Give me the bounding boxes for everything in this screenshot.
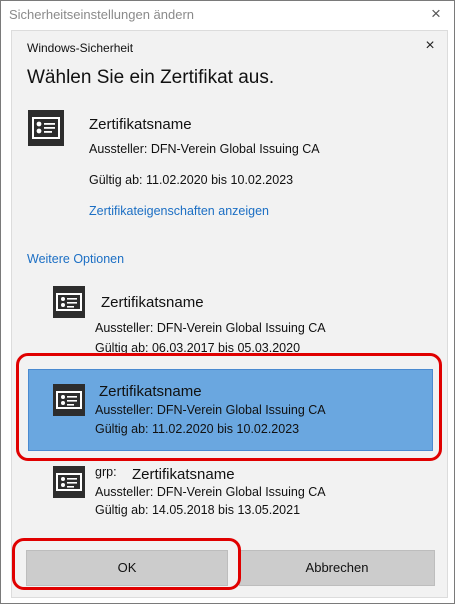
security-dialog: Windows-Sicherheit × Wählen Sie ein Zert… bbox=[11, 30, 448, 598]
highlight-ok-button bbox=[12, 538, 241, 590]
outer-window-title: Sicherheitseinstellungen ändern bbox=[9, 7, 195, 22]
cert-properties-link[interactable]: Zertifikateigenschaften anzeigen bbox=[89, 204, 269, 218]
highlight-selected-cert bbox=[16, 353, 442, 461]
option-3-name: Zertifikatsname bbox=[132, 466, 235, 483]
option-3-prefix: grp: bbox=[95, 465, 117, 479]
more-options-link[interactable]: Weitere Optionen bbox=[27, 252, 124, 266]
primary-cert-valid: Gültig ab: 11.02.2020 bis 10.02.2023 bbox=[89, 173, 294, 187]
primary-cert-issuer: Aussteller: DFN-Verein Global Issuing CA bbox=[89, 142, 320, 156]
outer-close-icon[interactable]: × bbox=[426, 4, 446, 24]
option-1-name: Zertifikatsname bbox=[101, 294, 204, 311]
outer-titlebar: Sicherheitseinstellungen ändern × bbox=[1, 1, 454, 29]
dialog-title: Windows-Sicherheit bbox=[27, 41, 134, 55]
certificate-icon bbox=[53, 466, 85, 498]
option-3-issuer: Aussteller: DFN-Verein Global Issuing CA bbox=[95, 485, 326, 499]
certificate-icon bbox=[53, 286, 85, 318]
cancel-button[interactable]: Abbrechen bbox=[239, 550, 435, 586]
dialog-heading: Wählen Sie ein Zertifikat aus. bbox=[27, 67, 275, 88]
dialog-close-icon[interactable]: × bbox=[421, 37, 439, 55]
certificate-icon bbox=[28, 110, 64, 146]
option-3-valid: Gültig ab: 14.05.2018 bis 13.05.2021 bbox=[95, 503, 301, 517]
primary-cert-name: Zertifikatsname bbox=[89, 116, 192, 133]
option-1-issuer: Aussteller: DFN-Verein Global Issuing CA bbox=[95, 321, 326, 335]
outer-window: Sicherheitseinstellungen ändern × Window… bbox=[0, 0, 455, 604]
